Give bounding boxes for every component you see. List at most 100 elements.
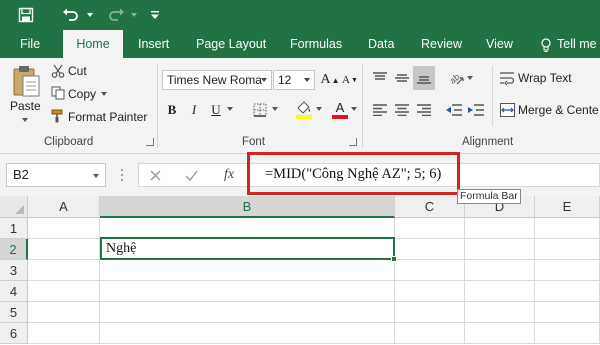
cell-d4[interactable] [465, 281, 535, 302]
undo-dropdown-icon[interactable] [84, 0, 96, 30]
increase-indent-icon[interactable] [466, 100, 486, 120]
align-center-icon[interactable] [392, 100, 412, 120]
cell-a1[interactable] [28, 218, 100, 239]
font-color-button[interactable]: A [330, 98, 350, 120]
cell-c1[interactable] [395, 218, 465, 239]
column-header-b[interactable]: B [100, 196, 395, 218]
cell-c5[interactable] [395, 302, 465, 323]
font-family-select[interactable]: Times New Roma [162, 70, 272, 90]
tab-page-layout[interactable]: Page Layout [188, 30, 274, 58]
orientation-dropdown-icon[interactable] [466, 75, 474, 81]
paste-dropdown-icon[interactable] [20, 116, 30, 124]
cell-d3[interactable] [465, 260, 535, 281]
copy-dropdown-icon[interactable] [100, 91, 108, 97]
copy-button[interactable]: Copy [68, 87, 96, 101]
cell-a5[interactable] [28, 302, 100, 323]
wrap-text-button[interactable]: Wrap Text [518, 71, 572, 85]
name-box[interactable]: B2 [6, 163, 106, 187]
cell-b1[interactable] [100, 218, 395, 239]
insert-function-icon[interactable]: fx [217, 164, 241, 186]
italic-button[interactable]: I [184, 100, 204, 120]
undo-icon[interactable] [58, 0, 84, 30]
cell-b5[interactable] [100, 302, 395, 323]
paste-icon[interactable] [10, 64, 42, 98]
font-launcher-icon[interactable] [349, 138, 357, 146]
tab-file[interactable]: File [12, 30, 48, 58]
align-bottom-icon[interactable] [413, 66, 435, 90]
cell-b3[interactable] [100, 260, 395, 281]
decrease-indent-icon[interactable] [444, 100, 464, 120]
merge-center-icon[interactable] [499, 102, 515, 118]
align-left-icon[interactable] [370, 100, 390, 120]
cell-d1[interactable] [465, 218, 535, 239]
align-middle-icon[interactable] [392, 68, 412, 88]
cell-c6[interactable] [395, 323, 465, 344]
customize-quick-access-icon[interactable] [146, 0, 164, 30]
cell-d6[interactable] [465, 323, 535, 344]
cell-a2[interactable] [28, 239, 100, 260]
enter-icon[interactable] [179, 164, 203, 186]
scissors-icon[interactable] [50, 63, 66, 79]
cell-e5[interactable] [535, 302, 600, 323]
column-header-e[interactable]: E [535, 196, 600, 218]
merge-center-button[interactable]: Merge & Cente [518, 103, 599, 117]
cell-a6[interactable] [28, 323, 100, 344]
cell-e4[interactable] [535, 281, 600, 302]
tab-review[interactable]: Review [413, 30, 470, 58]
column-header-c[interactable]: C [395, 196, 465, 218]
tell-me-search[interactable]: Tell me [557, 30, 597, 58]
borders-dropdown-icon[interactable] [271, 106, 279, 112]
cut-button[interactable]: Cut [68, 64, 87, 78]
copy-icon[interactable] [50, 85, 66, 101]
redo-dropdown-icon[interactable] [128, 0, 140, 30]
wrap-text-icon[interactable] [499, 70, 515, 86]
select-all-button[interactable] [0, 196, 28, 218]
cell-b6[interactable] [100, 323, 395, 344]
cell-c2[interactable] [395, 239, 465, 260]
cell-d2[interactable] [465, 239, 535, 260]
orientation-icon[interactable]: ab [446, 68, 466, 88]
cell-e2[interactable] [535, 239, 600, 260]
cell-c4[interactable] [395, 281, 465, 302]
tab-view[interactable]: View [478, 30, 521, 58]
underline-button[interactable]: U [206, 100, 226, 120]
tab-insert[interactable]: Insert [130, 30, 177, 58]
fill-handle[interactable] [391, 256, 397, 262]
format-painter-icon[interactable] [50, 108, 66, 124]
clipboard-launcher-icon[interactable] [146, 138, 154, 146]
cell-a4[interactable] [28, 281, 100, 302]
redo-icon[interactable] [104, 0, 128, 30]
formula-bar-grip-icon[interactable] [119, 166, 125, 184]
column-header-a[interactable]: A [28, 196, 100, 218]
tab-formulas[interactable]: Formulas [282, 30, 350, 58]
format-painter-button[interactable]: Format Painter [68, 110, 147, 124]
cell-d5[interactable] [465, 302, 535, 323]
font-size-select[interactable]: 12 [273, 70, 315, 90]
cell-e1[interactable] [535, 218, 600, 239]
underline-dropdown-icon[interactable] [226, 106, 234, 112]
row-header-1[interactable]: 1 [0, 218, 28, 239]
borders-icon[interactable] [250, 100, 270, 120]
align-top-icon[interactable] [370, 68, 390, 88]
row-header-2[interactable]: 2 [0, 239, 28, 260]
grow-font-button[interactable]: A ▲ [320, 70, 340, 90]
font-color-dropdown-icon[interactable] [350, 106, 358, 112]
active-cell-b2[interactable] [100, 237, 395, 260]
cell-c3[interactable] [395, 260, 465, 281]
tab-home[interactable]: Home [63, 30, 123, 58]
row-header-6[interactable]: 6 [0, 323, 28, 344]
row-header-4[interactable]: 4 [0, 281, 28, 302]
fill-color-dropdown-icon[interactable] [315, 106, 323, 112]
cancel-icon[interactable] [143, 164, 167, 186]
cell-e6[interactable] [535, 323, 600, 344]
row-header-5[interactable]: 5 [0, 302, 28, 323]
fill-color-icon[interactable] [294, 98, 314, 120]
shrink-font-button[interactable]: A ▼ [340, 70, 360, 90]
bold-button[interactable]: B [162, 100, 182, 120]
row-header-3[interactable]: 3 [0, 260, 28, 281]
save-icon[interactable] [14, 0, 38, 30]
paste-button[interactable]: Paste [10, 99, 41, 113]
cell-e3[interactable] [535, 260, 600, 281]
cell-b4[interactable] [100, 281, 395, 302]
cell-a3[interactable] [28, 260, 100, 281]
